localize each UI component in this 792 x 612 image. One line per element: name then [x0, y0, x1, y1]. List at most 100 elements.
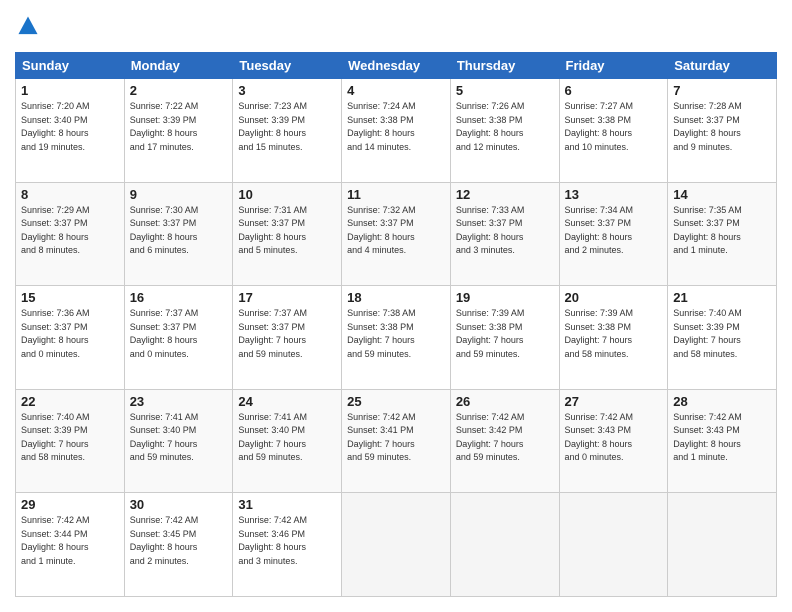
calendar-table: SundayMondayTuesdayWednesdayThursdayFrid… — [15, 52, 777, 597]
day-info: Sunrise: 7:24 AMSunset: 3:38 PMDaylight:… — [347, 100, 445, 154]
day-number: 27 — [565, 394, 663, 409]
weekday-header-cell: Wednesday — [342, 53, 451, 79]
day-number: 1 — [21, 83, 119, 98]
day-number: 22 — [21, 394, 119, 409]
day-number: 4 — [347, 83, 445, 98]
calendar-body: 1 Sunrise: 7:20 AMSunset: 3:40 PMDaylight… — [16, 79, 777, 597]
calendar-day-cell: 26 Sunrise: 7:42 AMSunset: 3:42 PMDayligh… — [450, 389, 559, 493]
weekday-header-cell: Friday — [559, 53, 668, 79]
calendar-day-cell: 5 Sunrise: 7:26 AMSunset: 3:38 PMDaylight… — [450, 79, 559, 183]
day-number: 2 — [130, 83, 228, 98]
day-info: Sunrise: 7:28 AMSunset: 3:37 PMDaylight:… — [673, 100, 771, 154]
calendar-day-cell — [342, 493, 451, 597]
day-number: 29 — [21, 497, 119, 512]
day-info: Sunrise: 7:32 AMSunset: 3:37 PMDaylight:… — [347, 204, 445, 258]
day-info: Sunrise: 7:29 AMSunset: 3:37 PMDaylight:… — [21, 204, 119, 258]
day-number: 8 — [21, 187, 119, 202]
day-info: Sunrise: 7:27 AMSunset: 3:38 PMDaylight:… — [565, 100, 663, 154]
day-info: Sunrise: 7:41 AMSunset: 3:40 PMDaylight:… — [130, 411, 228, 465]
calendar-day-cell: 22Sunrise: 7:40 AMSunset: 3:39 PMDayligh… — [16, 389, 125, 493]
day-number: 10 — [238, 187, 336, 202]
logo-icon — [17, 15, 39, 37]
day-number: 18 — [347, 290, 445, 305]
calendar-day-cell: 16 Sunrise: 7:37 AMSunset: 3:37 PMDayligh… — [124, 286, 233, 390]
calendar-day-cell: 18 Sunrise: 7:38 AMSunset: 3:38 PMDayligh… — [342, 286, 451, 390]
day-number: 23 — [130, 394, 228, 409]
day-number: 26 — [456, 394, 554, 409]
calendar-day-cell: 6 Sunrise: 7:27 AMSunset: 3:38 PMDaylight… — [559, 79, 668, 183]
day-number: 30 — [130, 497, 228, 512]
calendar-day-cell: 19 Sunrise: 7:39 AMSunset: 3:38 PMDayligh… — [450, 286, 559, 390]
day-number: 6 — [565, 83, 663, 98]
day-number: 14 — [673, 187, 771, 202]
day-number: 31 — [238, 497, 336, 512]
day-number: 16 — [130, 290, 228, 305]
day-number: 13 — [565, 187, 663, 202]
day-info: Sunrise: 7:33 AMSunset: 3:37 PMDaylight:… — [456, 204, 554, 258]
calendar-day-cell: 27 Sunrise: 7:42 AMSunset: 3:43 PMDayligh… — [559, 389, 668, 493]
day-info: Sunrise: 7:23 AMSunset: 3:39 PMDaylight:… — [238, 100, 336, 154]
calendar-day-cell: 15 Sunrise: 7:36 AMSunset: 3:37 PMDayligh… — [16, 286, 125, 390]
day-number: 24 — [238, 394, 336, 409]
calendar-day-cell: 4 Sunrise: 7:24 AMSunset: 3:38 PMDaylight… — [342, 79, 451, 183]
calendar-day-cell: 7Sunrise: 7:28 AMSunset: 3:37 PMDaylight… — [668, 79, 777, 183]
calendar-day-cell: 12 Sunrise: 7:33 AMSunset: 3:37 PMDayligh… — [450, 182, 559, 286]
day-info: Sunrise: 7:31 AMSunset: 3:37 PMDaylight:… — [238, 204, 336, 258]
day-number: 21 — [673, 290, 771, 305]
calendar-day-cell — [450, 493, 559, 597]
calendar-week-row: 15 Sunrise: 7:36 AMSunset: 3:37 PMDayligh… — [16, 286, 777, 390]
day-number: 5 — [456, 83, 554, 98]
day-number: 25 — [347, 394, 445, 409]
day-info: Sunrise: 7:30 AMSunset: 3:37 PMDaylight:… — [130, 204, 228, 258]
day-info: Sunrise: 7:41 AMSunset: 3:40 PMDaylight:… — [238, 411, 336, 465]
calendar-day-cell: 23 Sunrise: 7:41 AMSunset: 3:40 PMDayligh… — [124, 389, 233, 493]
calendar-day-cell — [668, 493, 777, 597]
calendar-day-cell: 8 Sunrise: 7:29 AMSunset: 3:37 PMDaylight… — [16, 182, 125, 286]
calendar-day-cell: 20 Sunrise: 7:39 AMSunset: 3:38 PMDayligh… — [559, 286, 668, 390]
day-info: Sunrise: 7:42 AMSunset: 3:43 PMDaylight:… — [565, 411, 663, 465]
day-number: 15 — [21, 290, 119, 305]
day-info: Sunrise: 7:39 AMSunset: 3:38 PMDaylight:… — [565, 307, 663, 361]
calendar-week-row: 8 Sunrise: 7:29 AMSunset: 3:37 PMDaylight… — [16, 182, 777, 286]
day-info: Sunrise: 7:42 AMSunset: 3:41 PMDaylight:… — [347, 411, 445, 465]
day-info: Sunrise: 7:39 AMSunset: 3:38 PMDaylight:… — [456, 307, 554, 361]
day-info: Sunrise: 7:20 AMSunset: 3:40 PMDaylight:… — [21, 100, 119, 154]
weekday-header-cell: Saturday — [668, 53, 777, 79]
calendar-day-cell: 13Sunrise: 7:34 AMSunset: 3:37 PMDayligh… — [559, 182, 668, 286]
day-number: 12 — [456, 187, 554, 202]
day-info: Sunrise: 7:42 AMSunset: 3:43 PMDaylight:… — [673, 411, 771, 465]
calendar-week-row: 29Sunrise: 7:42 AMSunset: 3:44 PMDayligh… — [16, 493, 777, 597]
calendar-week-row: 22Sunrise: 7:40 AMSunset: 3:39 PMDayligh… — [16, 389, 777, 493]
calendar-day-cell: 3 Sunrise: 7:23 AMSunset: 3:39 PMDaylight… — [233, 79, 342, 183]
weekday-header-row: SundayMondayTuesdayWednesdayThursdayFrid… — [16, 53, 777, 79]
day-info: Sunrise: 7:26 AMSunset: 3:38 PMDaylight:… — [456, 100, 554, 154]
weekday-header-cell: Sunday — [16, 53, 125, 79]
calendar-day-cell: 14Sunrise: 7:35 AMSunset: 3:37 PMDayligh… — [668, 182, 777, 286]
day-info: Sunrise: 7:36 AMSunset: 3:37 PMDaylight:… — [21, 307, 119, 361]
day-info: Sunrise: 7:42 AMSunset: 3:46 PMDaylight:… — [238, 514, 336, 568]
calendar-day-cell: 21 Sunrise: 7:40 AMSunset: 3:39 PMDayligh… — [668, 286, 777, 390]
logo — [15, 15, 39, 42]
weekday-header-cell: Tuesday — [233, 53, 342, 79]
calendar-day-cell: 30 Sunrise: 7:42 AMSunset: 3:45 PMDayligh… — [124, 493, 233, 597]
calendar-week-row: 1 Sunrise: 7:20 AMSunset: 3:40 PMDaylight… — [16, 79, 777, 183]
day-info: Sunrise: 7:42 AMSunset: 3:42 PMDaylight:… — [456, 411, 554, 465]
calendar-day-cell: 28 Sunrise: 7:42 AMSunset: 3:43 PMDayligh… — [668, 389, 777, 493]
day-number: 28 — [673, 394, 771, 409]
day-info: Sunrise: 7:42 AMSunset: 3:45 PMDaylight:… — [130, 514, 228, 568]
day-info: Sunrise: 7:22 AMSunset: 3:39 PMDaylight:… — [130, 100, 228, 154]
day-info: Sunrise: 7:40 AMSunset: 3:39 PMDaylight:… — [673, 307, 771, 361]
day-number: 3 — [238, 83, 336, 98]
day-info: Sunrise: 7:37 AMSunset: 3:37 PMDaylight:… — [238, 307, 336, 361]
day-number: 11 — [347, 187, 445, 202]
day-number: 20 — [565, 290, 663, 305]
day-number: 17 — [238, 290, 336, 305]
day-info: Sunrise: 7:38 AMSunset: 3:38 PMDaylight:… — [347, 307, 445, 361]
calendar-day-cell: 1 Sunrise: 7:20 AMSunset: 3:40 PMDaylight… — [16, 79, 125, 183]
calendar-day-cell: 29Sunrise: 7:42 AMSunset: 3:44 PMDayligh… — [16, 493, 125, 597]
day-number: 9 — [130, 187, 228, 202]
header — [15, 15, 777, 42]
weekday-header-cell: Monday — [124, 53, 233, 79]
day-info: Sunrise: 7:37 AMSunset: 3:37 PMDaylight:… — [130, 307, 228, 361]
day-number: 19 — [456, 290, 554, 305]
